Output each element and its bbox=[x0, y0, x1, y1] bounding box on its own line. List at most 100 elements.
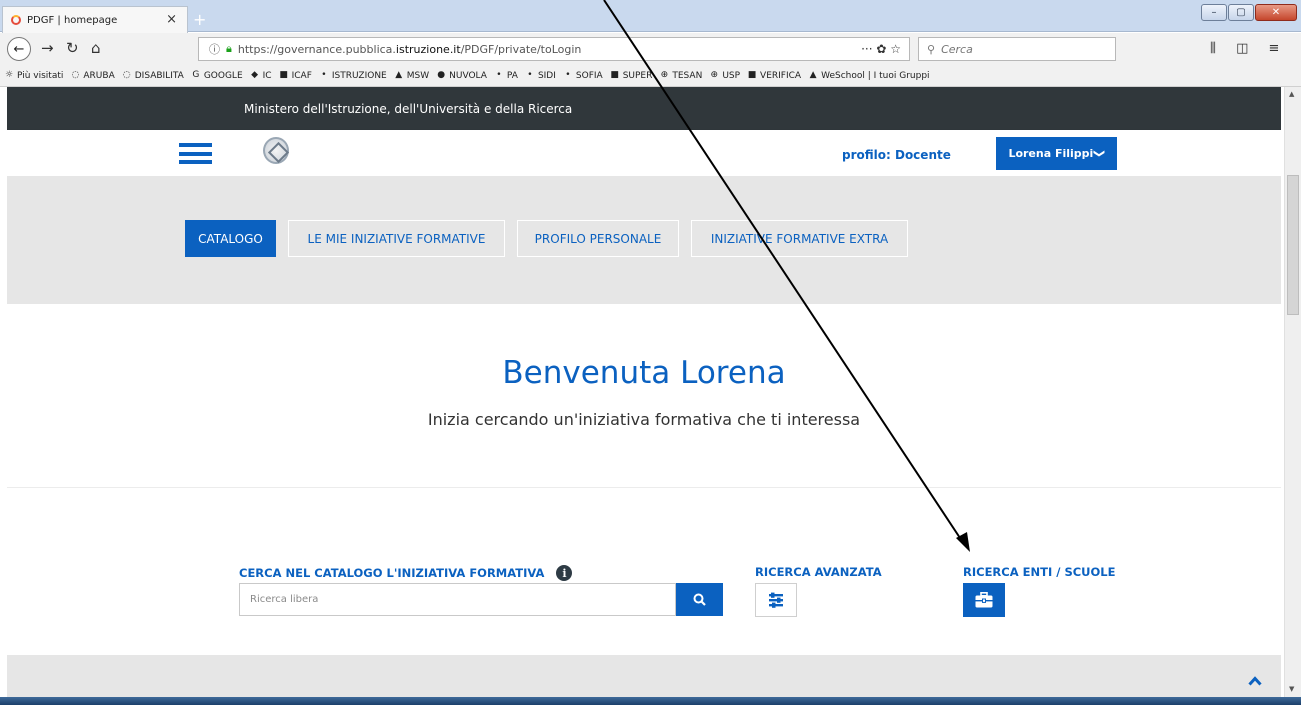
main-tabs: CATALOGO LE MIE INIZIATIVE FORMATIVE PRO… bbox=[7, 176, 1281, 304]
profile-label: profilo: Docente bbox=[842, 148, 951, 162]
entities-search-button[interactable] bbox=[963, 583, 1005, 617]
minimize-button[interactable]: – bbox=[1201, 4, 1227, 21]
url-host: istruzione.it bbox=[395, 42, 461, 56]
tab-mie-iniziative[interactable]: LE MIE INIZIATIVE FORMATIVE bbox=[288, 220, 505, 257]
bookmark-item[interactable]: ▲ MSW bbox=[394, 71, 429, 81]
bookmark-icon: ◌ bbox=[122, 70, 131, 80]
bookmark-item[interactable]: ■ SUPER bbox=[610, 70, 653, 81]
scroll-up-arrow-icon[interactable]: ▲ bbox=[1289, 90, 1294, 98]
republic-emblem-logo[interactable] bbox=[263, 137, 289, 164]
bookmark-label: SUPER bbox=[622, 70, 653, 81]
bookmark-icon: ☼ bbox=[4, 70, 14, 80]
bookmark-item[interactable]: ◆ IC bbox=[250, 70, 271, 81]
reload-button[interactable]: ↻ bbox=[66, 39, 79, 57]
info-icon[interactable]: i bbox=[556, 565, 573, 581]
search-placeholder: Cerca bbox=[941, 42, 973, 56]
bookmark-label: WeSchool | I tuoi Gruppi bbox=[821, 70, 930, 81]
hamburger-menu-icon[interactable] bbox=[179, 143, 212, 164]
window-controls: – ▢ ✕ bbox=[1201, 4, 1297, 21]
bookmark-item[interactable]: ◌ ARUBA bbox=[70, 71, 114, 81]
bookmark-label: SOFIA bbox=[575, 70, 603, 81]
url-path: /PDGF/private/toLogin bbox=[460, 42, 582, 56]
ministry-bar: Ministero dell'Istruzione, dell'Universi… bbox=[7, 87, 1281, 130]
chevron-up-icon bbox=[1248, 676, 1262, 686]
tab-label: CATALOGO bbox=[198, 231, 263, 246]
bookmark-label: ARUBA bbox=[83, 70, 115, 81]
bookmark-item[interactable]: ☼ Più visitati bbox=[4, 71, 63, 81]
site-info-icon[interactable]: ⓘ bbox=[209, 41, 220, 57]
bookmark-icon: ■ bbox=[747, 70, 757, 80]
briefcase-icon bbox=[975, 592, 993, 608]
bookmark-icon: ◆ bbox=[251, 70, 259, 80]
browser-search-bar[interactable]: ⚲ Cerca bbox=[918, 37, 1116, 61]
bookmark-item[interactable]: • ISTRUZIONE bbox=[319, 71, 387, 81]
back-button[interactable]: ← bbox=[7, 37, 31, 61]
new-tab-button[interactable]: + bbox=[193, 10, 206, 29]
bookmark-label: Più visitati bbox=[17, 70, 64, 81]
bookmark-icon: • bbox=[321, 70, 327, 80]
close-tab-icon[interactable]: × bbox=[166, 12, 177, 27]
catalog-search-input[interactable] bbox=[239, 583, 676, 616]
bookmark-item[interactable]: ● NUVOLA bbox=[436, 71, 487, 81]
bookmark-label: MSW bbox=[406, 70, 430, 81]
bookmark-label: TESAN bbox=[672, 70, 703, 81]
bookmark-icon: ▲ bbox=[395, 70, 403, 80]
tab-iniziative-extra[interactable]: INIZIATIVE FORMATIVE EXTRA bbox=[691, 220, 908, 257]
browser-tab[interactable]: PDGF | homepage × bbox=[2, 6, 188, 33]
user-menu-button[interactable]: Lorena Filippi ❯ bbox=[996, 137, 1117, 170]
bookmark-item[interactable]: ◌ DISABILITA bbox=[122, 71, 184, 81]
scroll-to-top-button[interactable] bbox=[1248, 671, 1262, 690]
bookmark-item[interactable]: ■ ICAF bbox=[279, 71, 312, 81]
bookmark-label: NUVOLA bbox=[449, 70, 487, 81]
bookmark-item[interactable]: G GOOGLE bbox=[191, 70, 243, 81]
page-content: Ministero dell'Istruzione, dell'Universi… bbox=[7, 87, 1281, 697]
bookmark-icon: ⊕ bbox=[710, 70, 719, 80]
page-scrollbar[interactable]: ▲ ▼ bbox=[1284, 87, 1301, 697]
tab-catalogo[interactable]: CATALOGO bbox=[185, 220, 276, 257]
search-icon: ⚲ bbox=[927, 42, 936, 56]
bookmark-icon: • bbox=[527, 70, 533, 80]
sliders-icon bbox=[769, 592, 783, 608]
close-window-button[interactable]: ✕ bbox=[1255, 4, 1297, 21]
bookmarks-bar: ☼ Più visitati ◌ ARUBA ◌ DISABILITA G GOOGLE ◆ IC… bbox=[0, 65, 1301, 87]
entities-search-label: RICERCA ENTI / SCUOLE bbox=[963, 565, 1116, 579]
bookmark-icon: G bbox=[192, 70, 200, 80]
tab-profilo-personale[interactable]: PROFILO PERSONALE bbox=[517, 220, 679, 257]
scroll-down-arrow-icon[interactable]: ▼ bbox=[1289, 685, 1294, 693]
bookmark-icon: • bbox=[565, 70, 571, 80]
lock-icon: 🔒︎ bbox=[226, 42, 232, 55]
bookmark-icon: ■ bbox=[610, 70, 619, 80]
scrollbar-thumb[interactable] bbox=[1287, 175, 1299, 315]
bookmark-label: VERIFICA bbox=[760, 70, 802, 81]
bookmark-item[interactable]: • SOFIA bbox=[563, 70, 603, 81]
bookmark-icon: ● bbox=[437, 70, 446, 80]
bookmark-icon: ◌ bbox=[71, 70, 80, 80]
library-sidebar-menu-icons[interactable]: ⫼ ◫ ≡ bbox=[1210, 41, 1287, 56]
bookmark-item[interactable]: ▲ WeSchool | I tuoi Gruppi bbox=[808, 70, 930, 81]
section-divider bbox=[7, 487, 1281, 488]
search-icon bbox=[693, 593, 706, 606]
advanced-search-label: RICERCA AVANZATA bbox=[755, 565, 882, 579]
page-actions-icons[interactable]: ··· ✿ ☆ bbox=[861, 42, 901, 56]
browser-nav-toolbar: ← → ↻ ⌂ ⓘ 🔒︎ https://governance.pubblica… bbox=[0, 33, 1301, 65]
bookmark-item[interactable]: ■ VERIFICA bbox=[747, 71, 801, 81]
tab-title: PDGF | homepage bbox=[27, 14, 118, 26]
home-button[interactable]: ⌂ bbox=[91, 39, 101, 57]
bookmark-item[interactable]: ⊕ USP bbox=[709, 70, 741, 81]
forward-button[interactable]: → bbox=[41, 39, 54, 57]
bookmark-icon: ⊕ bbox=[660, 70, 669, 80]
footer-band bbox=[7, 655, 1281, 697]
bookmark-label: GOOGLE bbox=[203, 70, 243, 81]
advanced-search-button[interactable] bbox=[755, 583, 797, 617]
catalog-search-button[interactable] bbox=[676, 583, 723, 616]
bookmark-icon: • bbox=[496, 70, 502, 80]
bookmark-item[interactable]: • SIDI bbox=[525, 71, 556, 81]
welcome-subtitle: Inizia cercando un'iniziativa formativa … bbox=[427, 410, 861, 429]
maximize-button[interactable]: ▢ bbox=[1228, 4, 1254, 21]
welcome-heading: Benvenuta Lorena bbox=[502, 355, 786, 391]
bookmark-item[interactable]: • PA bbox=[494, 71, 518, 81]
bookmark-item[interactable]: ⊕ TESAN bbox=[659, 70, 703, 81]
tab-label: LE MIE INIZIATIVE FORMATIVE bbox=[307, 231, 486, 246]
address-bar[interactable]: ⓘ 🔒︎ https://governance.pubblica. istruz… bbox=[198, 37, 910, 61]
bookmark-label: SIDI bbox=[537, 70, 556, 81]
